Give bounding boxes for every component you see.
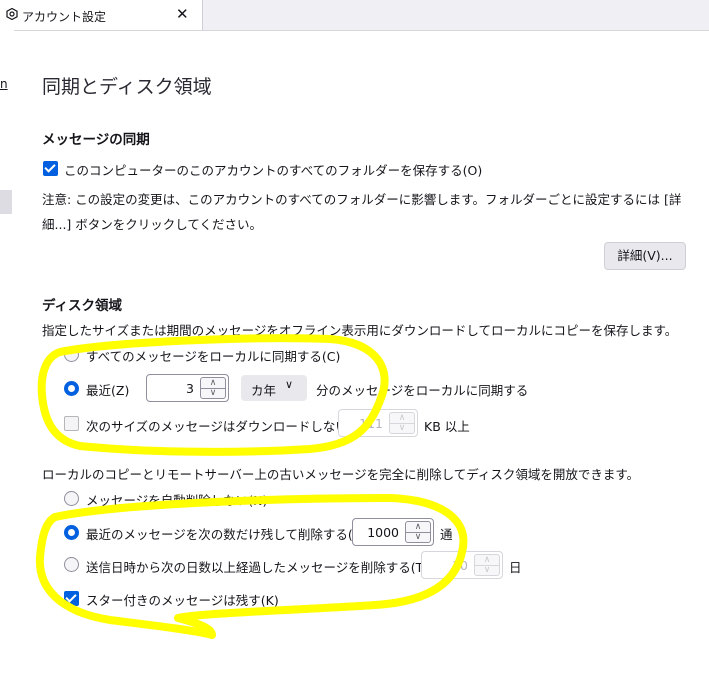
sidebar-item-label[interactable]: n (0, 77, 8, 91)
keep-count-radio[interactable] (64, 525, 79, 540)
recent-unit-select[interactable]: カ年 ∨ (241, 375, 307, 401)
disk-description: 指定したサイズまたは期間のメッセージをオフライン表示用にダウンロードしてローカル… (42, 323, 678, 338)
keep-count-stepper[interactable]: 1000 ∧ ∨ (352, 518, 434, 546)
older-than-radio[interactable] (64, 557, 79, 572)
keep-count-unit: 通 (440, 527, 453, 542)
account-settings-icon (6, 8, 18, 20)
no-delete-label[interactable]: メッセージを自動削除しない(N) (86, 490, 267, 509)
sync-all-radio[interactable] (64, 347, 79, 362)
close-icon[interactable]: ✕ (176, 5, 189, 23)
older-than-value: 30 (452, 558, 468, 573)
recent-radio[interactable] (64, 381, 79, 396)
recent-label[interactable]: 最近(Z) (86, 380, 129, 399)
keep-all-folders-label[interactable]: このコンピューターのこのアカウントのすべてのフォルダーを保存する(O) (64, 160, 482, 179)
stepper-arrows[interactable]: ∧ ∨ (389, 412, 415, 434)
size-limit-value: 111 (359, 416, 383, 431)
sync-all-label[interactable]: すべてのメッセージをローカルに同期する(C) (86, 346, 340, 365)
sync-note: 注意: この設定の変更は、このアカウントのすべてのフォルダーに影響します。フォル… (42, 192, 682, 232)
no-delete-radio[interactable] (64, 491, 79, 506)
keep-count-label[interactable]: 最近のメッセージを次の数だけ残して削除する(B) (86, 524, 366, 543)
recent-suffix: 分のメッセージをローカルに同期する (316, 383, 529, 398)
older-than-unit: 日 (509, 560, 522, 575)
recent-amount-value: 3 (186, 381, 194, 396)
stepper-arrows[interactable]: ∧ ∨ (405, 521, 431, 543)
size-limit-checkbox[interactable] (64, 416, 79, 431)
recent-amount-stepper[interactable]: 3 ∧ ∨ (146, 374, 229, 402)
chevron-down-icon[interactable]: ∨ (475, 565, 499, 575)
keep-starred-label[interactable]: スター付きのメッセージは残す(K) (86, 590, 279, 609)
disk-heading: ディスク領域 (42, 298, 123, 314)
advanced-button[interactable]: 詳細(V)... (604, 242, 686, 270)
chevron-down-icon[interactable]: ∨ (201, 388, 225, 398)
cleanup-description: ローカルのコピーとリモートサーバー上の古いメッセージを完全に削除してディスク領域… (42, 467, 640, 482)
older-than-label[interactable]: 送信日時から次の日数以上経過したメッセージを削除する(T) (86, 557, 428, 576)
highlight-annotation (35, 334, 468, 639)
stepper-arrows[interactable]: ∧ ∨ (474, 554, 500, 576)
older-than-stepper[interactable]: 30 ∧ ∨ (421, 551, 503, 579)
chevron-down-icon: ∨ (285, 378, 294, 391)
page-title: 同期とディスク領域 (42, 76, 212, 98)
chevron-down-icon[interactable]: ∨ (406, 532, 430, 542)
recent-unit-value: カ年 (251, 383, 277, 398)
keep-all-folders-checkbox[interactable] (43, 161, 58, 176)
chevron-down-icon[interactable]: ∨ (390, 423, 414, 433)
sidebar (0, 30, 14, 684)
tab-title: アカウント設定 (22, 10, 107, 24)
keep-starred-checkbox[interactable] (64, 591, 79, 606)
size-limit-stepper[interactable]: 111 ∧ ∨ (338, 409, 418, 437)
size-limit-unit: KB 以上 (424, 419, 470, 434)
sidebar-item-selected[interactable] (0, 190, 12, 214)
sync-heading: メッセージの同期 (42, 132, 150, 148)
keep-count-value: 1000 (367, 525, 399, 540)
stepper-arrows[interactable]: ∧ ∨ (200, 377, 226, 399)
tab-account-settings[interactable]: アカウント設定 ✕ (0, 0, 203, 30)
size-limit-label[interactable]: 次のサイズのメッセージはダウンロードしない(M): (86, 416, 373, 435)
